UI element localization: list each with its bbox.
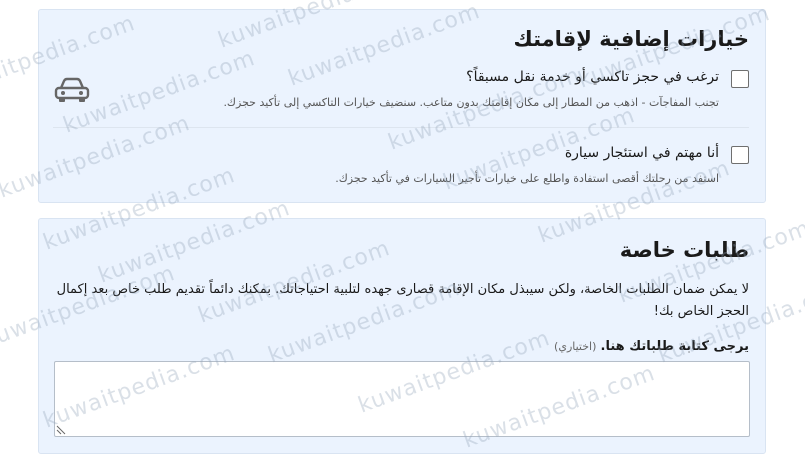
special-requests-title: طلبات خاصة [619, 238, 749, 262]
car-rental-checkbox[interactable] [731, 146, 749, 164]
resize-grip-icon[interactable] [56, 425, 66, 435]
special-requests-notice: لا يمكن ضمان الطلبات الخاصة، ولكن سيبذل … [56, 282, 749, 319]
car-rental-option-label[interactable]: أنا مهتم في استئجار سيارة [565, 145, 719, 161]
extras-title: خيارات إضافية لإقامتك [513, 27, 749, 51]
special-requests-label: يرجى كتابة طلباتك هنا. (اختياري) [554, 339, 749, 354]
options-divider [53, 127, 749, 128]
optional-hint: (اختياري) [554, 340, 597, 353]
taxi-option[interactable]: ترغب في حجز تاكسي أو خدمة نقل مسبقاً؟ تج… [53, 68, 749, 118]
special-requests-label-text: يرجى كتابة طلباتك هنا. [600, 339, 749, 354]
taxi-option-label[interactable]: ترغب في حجز تاكسي أو خدمة نقل مسبقاً؟ [466, 69, 719, 85]
car-rental-option[interactable]: أنا مهتم في استئجار سيارة استفد من رحلتك… [53, 144, 749, 194]
special-requests-textarea[interactable] [54, 361, 750, 437]
taxi-checkbox[interactable] [731, 70, 749, 88]
special-requests-panel: طلبات خاصة لا يمكن ضمان الطلبات الخاصة، … [38, 218, 766, 454]
taxi-option-description: تجنب المفاجآت - اذهب من المطار إلى مكان … [223, 96, 719, 109]
car-rental-option-description: استفد من رحلتك أقصى استفادة واطلع على خي… [335, 172, 719, 185]
extras-panel: خيارات إضافية لإقامتك ترغب في حجز تاكسي … [38, 9, 766, 203]
